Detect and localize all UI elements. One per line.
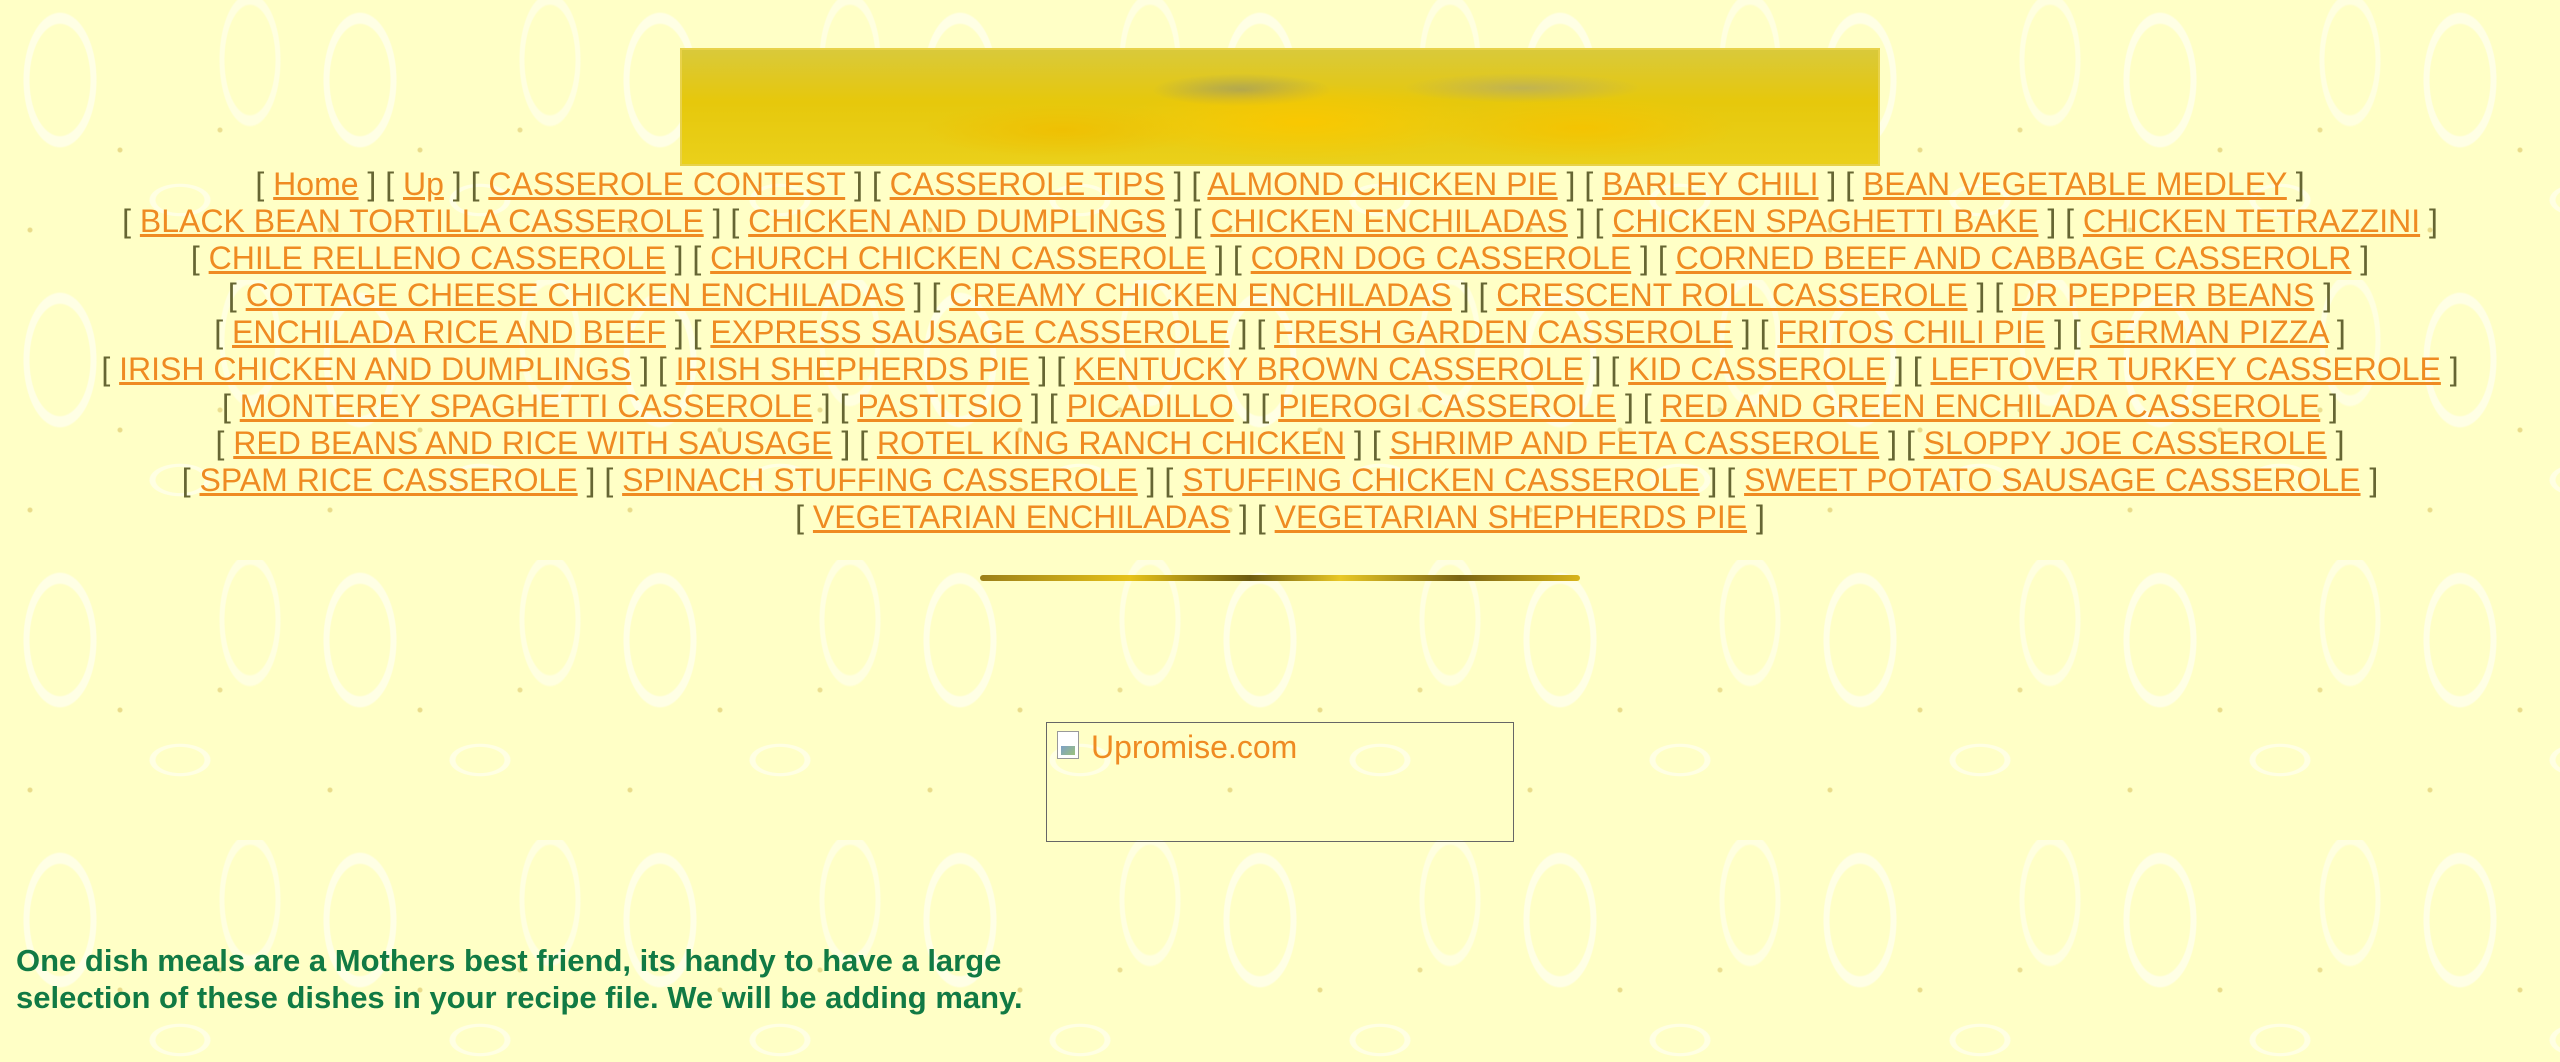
decorative-divider (980, 575, 1580, 581)
nav-link-spinach-stuffing-casserole[interactable]: SPINACH STUFFING CASSEROLE (622, 462, 1138, 498)
recipe-navigation: [ Home ] [ Up ] [ CASSEROLE CONTEST ] [ … (0, 166, 2560, 536)
nav-link-shrimp-and-feta-casserole[interactable]: SHRIMP AND FETA CASSEROLE (1390, 425, 1880, 461)
nav-link-fresh-garden-casserole[interactable]: FRESH GARDEN CASSEROLE (1274, 314, 1733, 350)
nav-link-fritos-chili-pie[interactable]: FRITOS CHILI PIE (1777, 314, 2045, 350)
upromise-ad-box[interactable]: Upromise.com (1046, 722, 1514, 842)
nav-link-red-and-green-enchilada-casserole[interactable]: RED AND GREEN ENCHILADA CASSEROLE (1661, 388, 2321, 424)
nav-link-chicken-and-dumplings[interactable]: CHICKEN AND DUMPLINGS (748, 203, 1166, 239)
nav-link-corn-dog-casserole[interactable]: CORN DOG CASSEROLE (1251, 240, 1632, 276)
broken-image-icon (1057, 731, 1079, 759)
nav-link-casserole-contest[interactable]: CASSEROLE CONTEST (488, 166, 845, 202)
nav-link-irish-shepherds-pie[interactable]: IRISH SHEPHERDS PIE (676, 351, 1030, 387)
nav-row: [ COTTAGE CHEESE CHICKEN ENCHILADAS ] [ … (227, 277, 2333, 313)
nav-row: [ IRISH CHICKEN AND DUMPLINGS ] [ IRISH … (101, 351, 2459, 387)
nav-row: [ CHILE RELLENO CASSEROLE ] [ CHURCH CHI… (190, 240, 2370, 276)
nav-link-black-bean-tortilla-casserole[interactable]: BLACK BEAN TORTILLA CASSEROLE (140, 203, 704, 239)
nav-link-pastitsio[interactable]: PASTITSIO (857, 388, 1022, 424)
nav-link-sweet-potato-sausage-casserole[interactable]: SWEET POTATO SAUSAGE CASSEROLE (1744, 462, 2360, 498)
nav-link-monterey-spaghetti-casserole[interactable]: MONTEREY SPAGHETTI CASSEROLE (240, 388, 813, 424)
nav-link-corned-beef-and-cabbage-casserolr[interactable]: CORNED BEEF AND CABBAGE CASSEROLR (1676, 240, 2352, 276)
nav-link-chicken-spaghetti-bake[interactable]: CHICKEN SPAGHETTI BAKE (1612, 203, 2038, 239)
nav-row: [ SPAM RICE CASSEROLE ] [ SPINACH STUFFI… (181, 462, 2379, 498)
nav-link-german-pizza[interactable]: GERMAN PIZZA (2090, 314, 2328, 350)
sunflower-banner-image (680, 48, 1880, 166)
nav-link-chile-relleno-casserole[interactable]: CHILE RELLENO CASSEROLE (209, 240, 666, 276)
nav-link-up[interactable]: Up (403, 166, 444, 202)
nav-link-vegetarian-enchiladas[interactable]: VEGETARIAN ENCHILADAS (813, 499, 1230, 535)
nav-link-red-beans-and-rice-with-sausage[interactable]: RED BEANS AND RICE WITH SAUSAGE (233, 425, 832, 461)
nav-link-enchilada-rice-and-beef[interactable]: ENCHILADA RICE AND BEEF (232, 314, 666, 350)
nav-link-sloppy-joe-casserole[interactable]: SLOPPY JOE CASSEROLE (1924, 425, 2327, 461)
intro-text: One dish meals are a Mothers best friend… (16, 942, 1116, 1016)
nav-link-vegetarian-shepherds-pie[interactable]: VEGETARIAN SHEPHERDS PIE (1275, 499, 1747, 535)
nav-row: [ VEGETARIAN ENCHILADAS ] [ VEGETARIAN S… (795, 499, 1765, 535)
nav-link-leftover-turkey-casserole[interactable]: LEFTOVER TURKEY CASSEROLE (1930, 351, 2440, 387)
nav-link-spam-rice-casserole[interactable]: SPAM RICE CASSEROLE (199, 462, 577, 498)
nav-link-crescent-roll-casserole[interactable]: CRESCENT ROLL CASSEROLE (1496, 277, 1967, 313)
nav-row: [ ENCHILADA RICE AND BEEF ] [ EXPRESS SA… (214, 314, 2346, 350)
nav-link-kentucky-brown-casserole[interactable]: KENTUCKY BROWN CASSEROLE (1074, 351, 1584, 387)
nav-link-casserole-tips[interactable]: CASSEROLE TIPS (890, 166, 1165, 202)
nav-link-kid-casserole[interactable]: KID CASSEROLE (1628, 351, 1886, 387)
nav-link-express-sausage-casserole[interactable]: EXPRESS SAUSAGE CASSEROLE (710, 314, 1229, 350)
nav-link-creamy-chicken-enchiladas[interactable]: CREAMY CHICKEN ENCHILADAS (949, 277, 1452, 313)
nav-link-pierogi-casserole[interactable]: PIEROGI CASSEROLE (1278, 388, 1616, 424)
nav-row: [ Home ] [ Up ] [ CASSEROLE CONTEST ] [ … (255, 166, 2305, 202)
nav-link-barley-chili[interactable]: BARLEY CHILI (1602, 166, 1818, 202)
intro-text-line: selection of these dishes in your recipe… (16, 980, 1023, 1015)
nav-link-rotel-king-ranch-chicken[interactable]: ROTEL KING RANCH CHICKEN (877, 425, 1345, 461)
nav-row: [ MONTEREY SPAGHETTI CASSEROLE ] [ PASTI… (221, 388, 2339, 424)
nav-link-bean-vegetable-medley[interactable]: BEAN VEGETABLE MEDLEY (1863, 166, 2287, 202)
nav-link-cottage-cheese-chicken-enchiladas[interactable]: COTTAGE CHEESE CHICKEN ENCHILADAS (246, 277, 905, 313)
nav-link-chicken-tetrazzini[interactable]: CHICKEN TETRAZZINI (2083, 203, 2420, 239)
intro-text-line: One dish meals are a Mothers best friend… (16, 943, 1002, 978)
nav-row: [ BLACK BEAN TORTILLA CASSEROLE ] [ CHIC… (122, 203, 2438, 239)
nav-link-stuffing-chicken-casserole[interactable]: STUFFING CHICKEN CASSEROLE (1182, 462, 1699, 498)
nav-link-picadillo[interactable]: PICADILLO (1067, 388, 1234, 424)
nav-row: [ RED BEANS AND RICE WITH SAUSAGE ] [ RO… (215, 425, 2345, 461)
nav-link-dr-pepper-beans[interactable]: DR PEPPER BEANS (2012, 277, 2314, 313)
nav-link-irish-chicken-and-dumplings[interactable]: IRISH CHICKEN AND DUMPLINGS (119, 351, 631, 387)
nav-link-church-chicken-casserole[interactable]: CHURCH CHICKEN CASSEROLE (710, 240, 1206, 276)
nav-link-chicken-enchiladas[interactable]: CHICKEN ENCHILADAS (1210, 203, 1567, 239)
nav-link-home[interactable]: Home (273, 166, 358, 202)
upromise-link[interactable]: Upromise.com (1091, 729, 1297, 766)
nav-link-almond-chicken-pie[interactable]: ALMOND CHICKEN PIE (1207, 166, 1557, 202)
